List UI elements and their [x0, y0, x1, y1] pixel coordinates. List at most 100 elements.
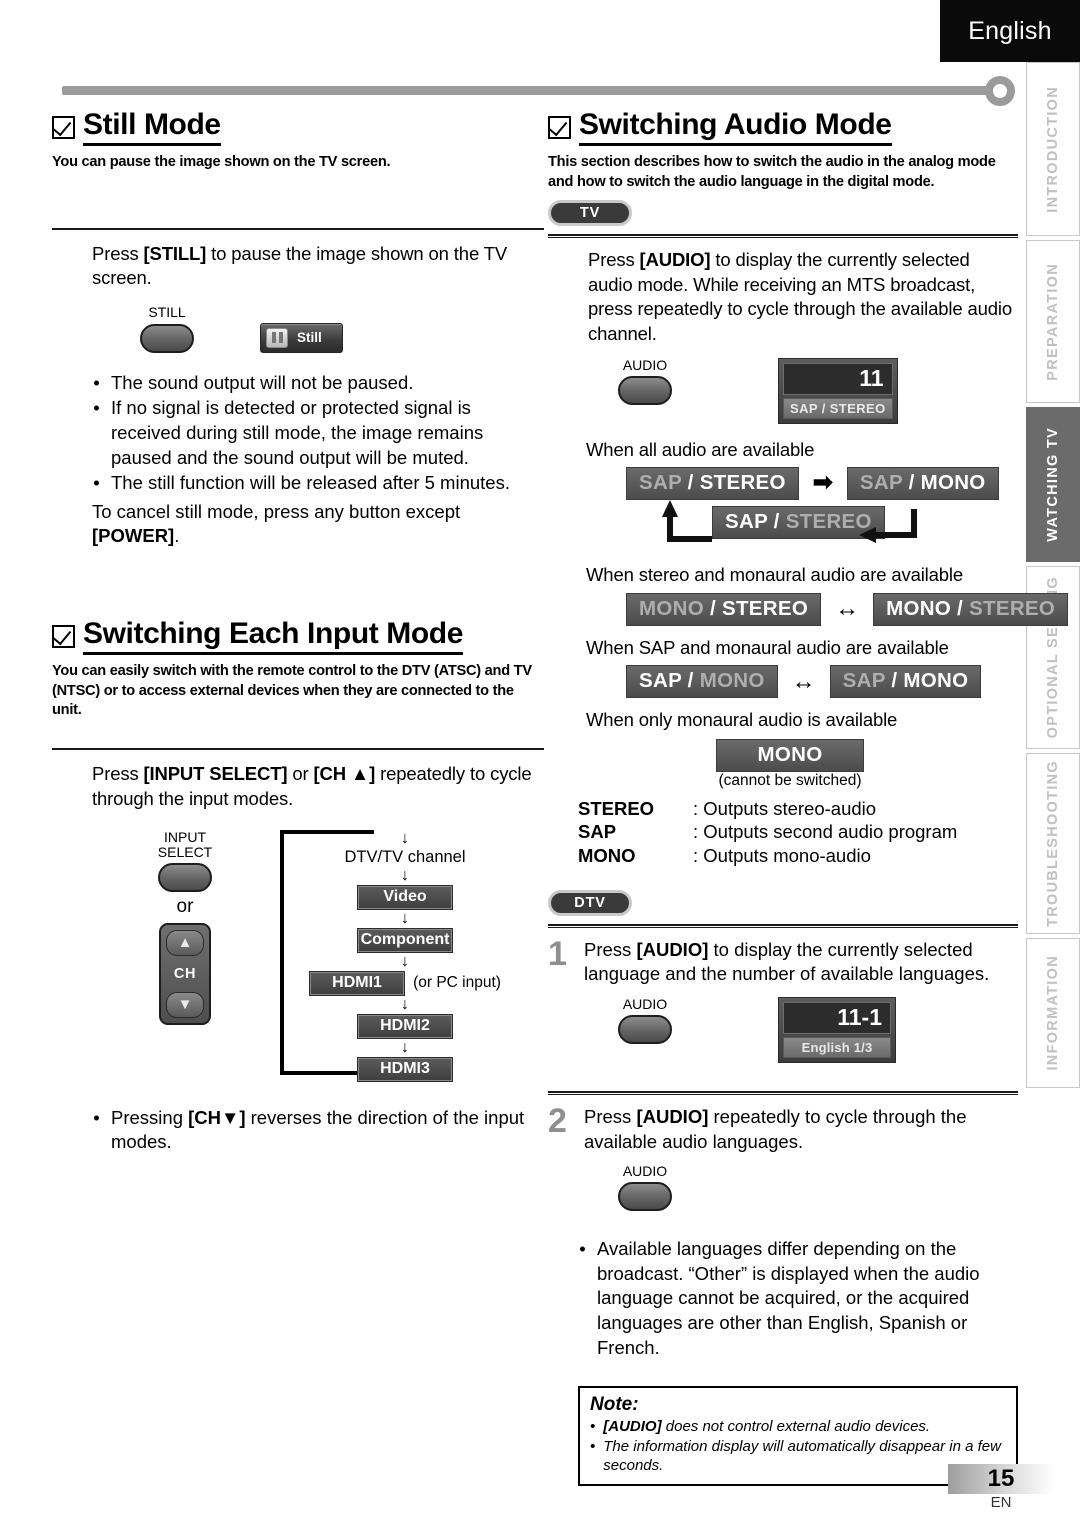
index-tab-label: PREPARATION	[1045, 262, 1061, 381]
input-flow-diagram: ↓ DTV/TV channel ↓ Video ↓ Component ↓ H…	[280, 829, 501, 1082]
flow-item-hdmi1: HDMI1	[309, 970, 406, 996]
status-badge-tv: TV	[548, 200, 632, 226]
flow-arrow-icon: ↓	[401, 829, 409, 847]
osd-still-indicator: Still	[260, 322, 343, 353]
legend-row: SAP : Outputs second audio program	[578, 821, 958, 843]
osd-still-label: Still	[297, 330, 322, 346]
audio-chip: MONO / STEREO	[626, 592, 822, 626]
audio-chip: SAP / STEREO	[626, 466, 799, 500]
page-language-code: EN	[990, 1494, 1012, 1511]
oval-button-shape	[618, 376, 672, 406]
still-mode-heading: Still Mode	[52, 108, 544, 147]
index-tab-list: INTRODUCTION PREPARATION WATCHING TV OPT…	[1026, 62, 1080, 1092]
index-tab-troubleshooting[interactable]: TROUBLESHOOTING	[1026, 753, 1080, 934]
input-select-remote-button[interactable]	[158, 862, 212, 892]
osd-channel-caption: SAP / STEREO	[783, 398, 893, 420]
bullet-dot: •	[590, 1438, 596, 1456]
audio-case2-label: When stereo and monaural audio are avail…	[586, 563, 964, 585]
note-item: • [AUDIO] does not control external audi…	[590, 1418, 931, 1436]
language-tab: English	[940, 0, 1080, 62]
still-mode-subtitle: You can pause the image shown on the TV …	[52, 154, 391, 171]
right-column: Switching Audio Mode This section descri…	[548, 108, 1069, 1487]
pause-icon	[266, 327, 288, 348]
audio-key: [AUDIO]	[636, 1105, 709, 1127]
header-rule	[62, 86, 999, 95]
input-select-key: [INPUT SELECT]	[143, 763, 288, 785]
audio-case4-note: (cannot be switched)	[718, 771, 862, 789]
arrow-bidirectional-icon: ↔	[835, 595, 860, 623]
audio-mode-heading: Switching Audio Mode	[548, 108, 1018, 147]
audio-tv-instruction: Press [AUDIO] to display the currently s…	[588, 249, 1012, 344]
power-key: [POWER]	[92, 525, 175, 547]
flow-arrow-icon: ↓	[401, 866, 409, 884]
audio-remote-button[interactable]: AUDIO	[618, 1163, 1018, 1212]
index-tab-label: INFORMATION	[1045, 955, 1061, 1071]
index-tab-introduction[interactable]: INTRODUCTION	[1026, 62, 1080, 236]
list-item: • The sound output will not be paused.	[92, 371, 544, 396]
section-input-mode: Switching Each Input Mode You can easily…	[52, 617, 544, 1155]
index-tab-label: INTRODUCTION	[1045, 85, 1061, 213]
dtv-step-1: 1 Press [AUDIO] to display the currently…	[548, 934, 1018, 987]
still-mode-instruction: Press [STILL] to pause the image shown o…	[92, 242, 508, 289]
audio-case3-label: When SAP and monaural audio are availabl…	[586, 636, 949, 658]
audio-case2-diagram: MONO / STEREO ↔ MONO / STEREO	[626, 592, 1069, 626]
bullet-dot: •	[93, 472, 100, 494]
still-remote-button[interactable]: STILL	[140, 304, 194, 353]
step-number: 1	[548, 934, 567, 973]
osd-language-panel: 11-1 English 1/3	[778, 996, 896, 1063]
ch-up-key: [CH ▲]	[313, 763, 376, 785]
audio-remote-button[interactable]: AUDIO	[618, 357, 672, 406]
input-mode-instruction: Press [INPUT SELECT] or [CH ▲] repeatedl…	[92, 763, 532, 810]
checkbox-icon	[52, 116, 75, 139]
step-number: 2	[548, 1101, 567, 1140]
audio-chip-mono: MONO	[716, 738, 864, 772]
checkbox-icon	[548, 116, 571, 139]
audio-mode-subtitle: This section describes how to switch the…	[548, 154, 996, 190]
flow-item-hdmi3: HDMI3	[357, 1056, 453, 1082]
audio-case1-diagram: SAP / STEREO ➡ SAP / MONO SAP / STEREO	[626, 466, 1018, 563]
step-text: Press [AUDIO] repeatedly to cycle throug…	[584, 1105, 967, 1152]
index-tab-information[interactable]: INFORMATION	[1026, 938, 1080, 1088]
list-item: • The still function will be released af…	[92, 471, 544, 496]
osd-channel-number: 11	[783, 363, 893, 396]
dtv-step-2: 2 Press [AUDIO] repeatedly to cycle thro…	[548, 1101, 1018, 1154]
arrow-bidirectional-icon: ↔	[791, 667, 816, 695]
flow-side-note: (or PC input)	[413, 974, 501, 992]
header-ring-icon	[985, 76, 1015, 106]
bullet-dot: •	[93, 397, 100, 419]
audio-chip: SAP / MONO	[829, 665, 982, 699]
audio-button-label: AUDIO	[622, 357, 668, 374]
oval-button-shape	[618, 1182, 672, 1212]
audio-button-label: AUDIO	[622, 1163, 668, 1180]
flow-arrow-icon: ↓	[401, 909, 409, 927]
audio-chip: MONO / STEREO	[873, 592, 1069, 626]
index-tab-preparation[interactable]: PREPARATION	[1026, 240, 1080, 403]
note-item: • The information display will automatic…	[590, 1438, 1001, 1475]
input-mode-heading: Switching Each Input Mode	[52, 617, 544, 656]
osd-channel-number: 11-1	[783, 1001, 891, 1034]
bullet-dot: •	[579, 1238, 586, 1260]
audio-case4-diagram: MONO (cannot be switched)	[716, 738, 1018, 790]
audio-button-label: AUDIO	[622, 995, 668, 1012]
manual-page: English INTRODUCTION PREPARATION WATCHIN…	[0, 0, 1080, 1526]
left-column: Still Mode You can pause the image shown…	[52, 108, 544, 1156]
input-select-button-label: INPUT SELECT	[157, 828, 213, 860]
ch-rocker-button[interactable]: ▲ CH ▼	[159, 922, 211, 1025]
section-still-mode: Still Mode You can pause the image shown…	[52, 108, 544, 549]
flow-top-label: DTV/TV channel	[344, 847, 466, 866]
ch-down-icon[interactable]: ▼	[166, 991, 204, 1018]
arrow-right-icon: ➡	[812, 469, 833, 497]
audio-key: [AUDIO]	[639, 249, 711, 270]
audio-remote-button[interactable]: AUDIO	[618, 995, 672, 1045]
dtv-bullet: • Available languages differ depending o…	[578, 1237, 1018, 1360]
still-mode-cancel-text: To cancel still mode, press any button e…	[92, 500, 461, 547]
index-tab-watching-tv[interactable]: WATCHING TV	[1026, 407, 1080, 562]
flow-item-component: Component	[357, 927, 453, 953]
index-tab-label: WATCHING TV	[1045, 427, 1061, 542]
legend-row: MONO : Outputs mono-audio	[578, 845, 871, 867]
audio-chip: SAP / STEREO	[712, 505, 885, 539]
ch-up-icon[interactable]: ▲	[166, 929, 204, 956]
ch-label: CH	[173, 965, 197, 982]
still-mode-bullets: • The sound output will not be paused. •…	[52, 371, 544, 496]
bullet-dot: •	[590, 1418, 596, 1436]
